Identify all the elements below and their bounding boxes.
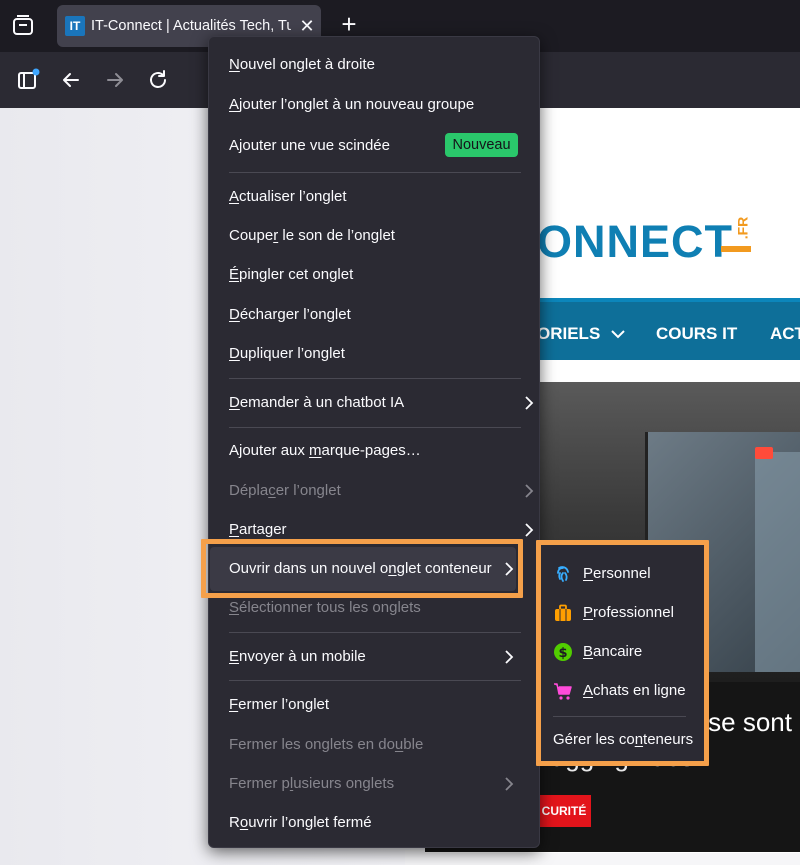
chevron-down-icon	[611, 330, 625, 339]
container-submenu: Personnel Professionnel $ Bancaire Achat…	[536, 540, 709, 766]
menu-separator	[229, 172, 521, 173]
menu-item-new-tab-right[interactable]: Nouvel onglet à droite	[229, 48, 529, 82]
menu-item-send-to-mobile[interactable]: Envoyer à un mobile	[229, 640, 529, 674]
plus-icon[interactable]: +	[336, 11, 362, 37]
reload-icon[interactable]	[146, 68, 170, 92]
server-rack-glow	[755, 452, 800, 672]
chevron-right-icon	[505, 650, 514, 664]
site-nav-cours-it[interactable]: COURS IT	[656, 324, 737, 344]
alarm-light	[755, 447, 773, 459]
menu-item-add-to-new-group[interactable]: Ajouter l’onglet à un nouveau groupe	[229, 88, 529, 122]
menu-item-select-all-tabs: Sélectionner tous les onglets	[229, 599, 421, 616]
menu-item-move-tab: Déplacer l’onglet	[229, 474, 534, 508]
category-badge[interactable]: CURITÉ	[537, 795, 591, 827]
menu-separator	[553, 716, 686, 717]
it-connect-favicon-icon: IT	[65, 16, 85, 36]
menu-item-close-tab[interactable]: Fermer l’onglet	[229, 688, 529, 722]
logo-suffix: .FR	[734, 216, 751, 240]
fingerprint-icon	[557, 566, 569, 582]
forward-arrow-icon[interactable]	[103, 68, 127, 92]
chevron-right-icon	[525, 484, 534, 498]
menu-item-pin-tab[interactable]: Épingler cet onglet	[229, 258, 529, 292]
menu-separator	[229, 680, 521, 681]
menu-separator	[229, 427, 521, 428]
sidebar-icon[interactable]	[16, 68, 40, 92]
cart-icon	[554, 683, 572, 700]
menu-separator	[229, 632, 521, 633]
dollar-icon: $	[554, 643, 572, 661]
menu-item-ask-ai-chatbot[interactable]: Demander à un chatbot IA	[229, 386, 534, 420]
container-item-manage[interactable]: Gérer les conteneurs	[553, 723, 703, 757]
logo-accent	[721, 246, 751, 252]
container-item-achats-en-ligne[interactable]: Achats en ligne	[553, 674, 703, 708]
new-badge: Nouveau	[445, 133, 518, 157]
briefcase-icon	[555, 604, 571, 621]
site-logo[interactable]: ONNECT	[537, 216, 733, 268]
menu-separator	[229, 378, 521, 379]
menu-item-unload-tab[interactable]: Décharger l’onglet	[229, 298, 529, 332]
tab-groups-icon[interactable]	[12, 14, 34, 36]
container-item-professionnel[interactable]: Professionnel	[553, 596, 703, 630]
chevron-right-icon	[525, 523, 534, 537]
menu-item-reload-tab[interactable]: Actualiser l’onglet	[229, 180, 529, 214]
site-nav-actualites[interactable]: ACT	[770, 324, 800, 344]
chevron-right-icon	[525, 396, 534, 410]
menu-item-mute-tab[interactable]: Couper le son de l’onglet	[229, 219, 529, 253]
back-arrow-icon[interactable]	[59, 68, 83, 92]
menu-item-close-multiple-tabs: Fermer plusieurs onglets	[229, 767, 529, 801]
container-item-personnel[interactable]: Personnel	[553, 557, 703, 591]
menu-item-reopen-closed-tab[interactable]: Rouvrir l’onglet fermé	[229, 806, 529, 840]
svg-text:$: $	[558, 646, 567, 661]
site-nav-tutoriels[interactable]: ORIELS	[537, 324, 625, 344]
container-item-bancaire[interactable]: $ Bancaire	[553, 635, 703, 669]
highlight-outline	[201, 539, 523, 598]
tab-context-menu: Nouvel onglet à droite Ajouter l’onglet …	[208, 36, 540, 848]
menu-item-close-duplicate-tabs: Fermer les onglets en double	[229, 736, 424, 753]
menu-item-add-bookmark[interactable]: Ajouter aux marque-pages…	[229, 434, 529, 468]
menu-item-duplicate-tab[interactable]: Dupliquer l’onglet	[229, 337, 529, 371]
chevron-right-icon	[505, 777, 514, 791]
close-icon[interactable]: ✕	[297, 16, 317, 36]
tab-title: IT-Connect | Actualités Tech, Tut	[91, 18, 291, 34]
